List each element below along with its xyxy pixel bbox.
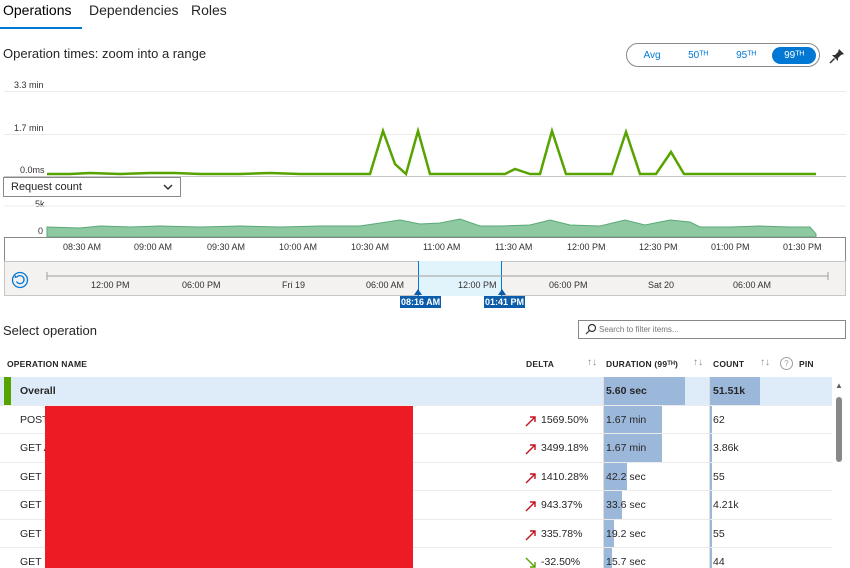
search-input[interactable]: [599, 322, 839, 337]
column-divider: [709, 377, 710, 568]
sort-icon[interactable]: ↑↓: [587, 357, 597, 368]
col-header-duration[interactable]: DURATION (99ᵀᴴ): [606, 359, 678, 369]
redacted-region: [45, 406, 413, 568]
brush-label: 06:00 PM: [182, 280, 221, 290]
duration-value: 19.2 sec: [606, 527, 646, 540]
duration-value: 15.7 sec: [606, 556, 646, 568]
delta-value: 1569.50%: [541, 413, 589, 426]
percentile-99[interactable]: 99ᵀᴴ: [772, 47, 816, 64]
sort-icon[interactable]: ↑↓: [693, 357, 703, 368]
brush-label: 06:00 AM: [733, 280, 772, 290]
percentile-50[interactable]: 50ᵀᴴ: [683, 47, 713, 64]
chevron-down-icon: [163, 184, 173, 191]
request-count-chart[interactable]: [0, 200, 850, 238]
count-bar: [710, 548, 712, 568]
delta-value: 1410.28%: [541, 470, 589, 483]
count-value: 55: [713, 470, 725, 483]
brush-label: 12:00 PM: [91, 280, 130, 290]
overall-row[interactable]: Overall 5.60 sec 51.51k: [0, 377, 832, 406]
active-tab-indicator: [0, 27, 82, 29]
delta-value: 943.37%: [541, 499, 583, 511]
col-header-count[interactable]: COUNT: [713, 359, 744, 369]
percentile-toggle: Avg 50ᵀᴴ 95ᵀᴴ 99ᵀᴴ: [626, 43, 820, 67]
column-divider: [603, 377, 604, 568]
scroll-up-arrow[interactable]: ▲: [835, 381, 843, 390]
x-label: 12:00 PM: [567, 242, 606, 252]
chart-header: Operation times: zoom into a range: [3, 46, 207, 61]
scroll-thumb[interactable]: [836, 397, 842, 462]
brush-label: Sat 20: [648, 280, 675, 290]
sort-icon[interactable]: ↑↓: [760, 357, 770, 368]
search-icon: [585, 323, 597, 335]
table-scrollbar[interactable]: ▲: [832, 377, 846, 568]
x-label: 10:00 AM: [279, 242, 318, 252]
duration-value: 1.67 min: [606, 442, 647, 454]
count-bar: [710, 405, 712, 433]
brush-label: 06:00 AM: [366, 280, 405, 290]
x-label: 08:30 AM: [63, 242, 102, 252]
operation-name: Overall: [20, 385, 56, 397]
help-icon[interactable]: ?: [780, 357, 793, 370]
count-value: 55: [713, 527, 725, 540]
select-operation-title: Select operation: [3, 323, 97, 338]
percentile-avg[interactable]: Avg: [637, 47, 667, 64]
count-value: 62: [713, 413, 725, 426]
brush-label: 12:00 PM: [458, 280, 497, 290]
duration-value: 33.6 sec: [606, 499, 646, 511]
duration-value: 1.67 min: [606, 413, 647, 426]
brush-label: Fri 19: [282, 280, 306, 290]
trend-up-icon: [525, 501, 536, 512]
count-bar: [710, 462, 712, 490]
delta-value: -32.50%: [541, 556, 581, 568]
selected-row-indicator: [4, 377, 11, 405]
count-value: 4.21k: [713, 499, 739, 511]
count-value: 51.51k: [713, 385, 746, 397]
x-label: 01:30 PM: [783, 242, 822, 252]
brush-end-handle[interactable]: 01:41 PM: [484, 296, 526, 308]
x-label: 11:00 AM: [423, 242, 461, 252]
count-value: 3.86k: [713, 442, 739, 454]
x-label: 09:30 AM: [207, 242, 246, 252]
tab-operations[interactable]: Operations: [3, 2, 71, 18]
trend-up-icon: [525, 529, 536, 540]
trend-down-icon: [525, 557, 536, 568]
delta-value: 335.78%: [541, 527, 583, 540]
x-label: 10:30 AM: [351, 242, 390, 252]
metric-select-value: Request count: [11, 181, 82, 193]
brush-start-handle[interactable]: 08:16 AM: [400, 296, 442, 308]
brush-ticks: [46, 272, 829, 295]
col-header-name[interactable]: OPERATION NAME: [7, 359, 87, 369]
col-header-delta[interactable]: DELTA: [526, 359, 554, 369]
duration-value: 5.60 sec: [606, 385, 647, 397]
x-label: 11:30 AM: [495, 242, 533, 252]
x-label: 12:30 PM: [639, 242, 678, 252]
col-header-pin: PIN: [799, 359, 814, 369]
brush-label: 06:00 PM: [549, 280, 588, 290]
trend-up-icon: [525, 472, 536, 483]
percentile-95[interactable]: 95ᵀᴴ: [731, 47, 761, 64]
duration-chart[interactable]: [0, 84, 850, 180]
count-value: 44: [713, 556, 725, 568]
x-label: 09:00 AM: [134, 242, 173, 252]
pin-icon[interactable]: [828, 47, 846, 65]
reset-zoom-icon[interactable]: [11, 271, 29, 289]
trend-up-icon: [525, 444, 536, 455]
search-field[interactable]: [578, 320, 846, 339]
x-label: 01:00 PM: [711, 242, 750, 252]
metric-select[interactable]: Request count: [3, 177, 181, 197]
duration-value: 42.2 sec: [606, 470, 646, 483]
tab-bar: Operations Dependencies Roles: [0, 0, 850, 30]
trend-up-icon: [525, 415, 536, 426]
tab-dependencies[interactable]: Dependencies: [89, 2, 179, 18]
delta-value: 3499.18%: [541, 442, 589, 454]
count-bar: [710, 519, 712, 547]
tab-roles[interactable]: Roles: [191, 2, 227, 18]
